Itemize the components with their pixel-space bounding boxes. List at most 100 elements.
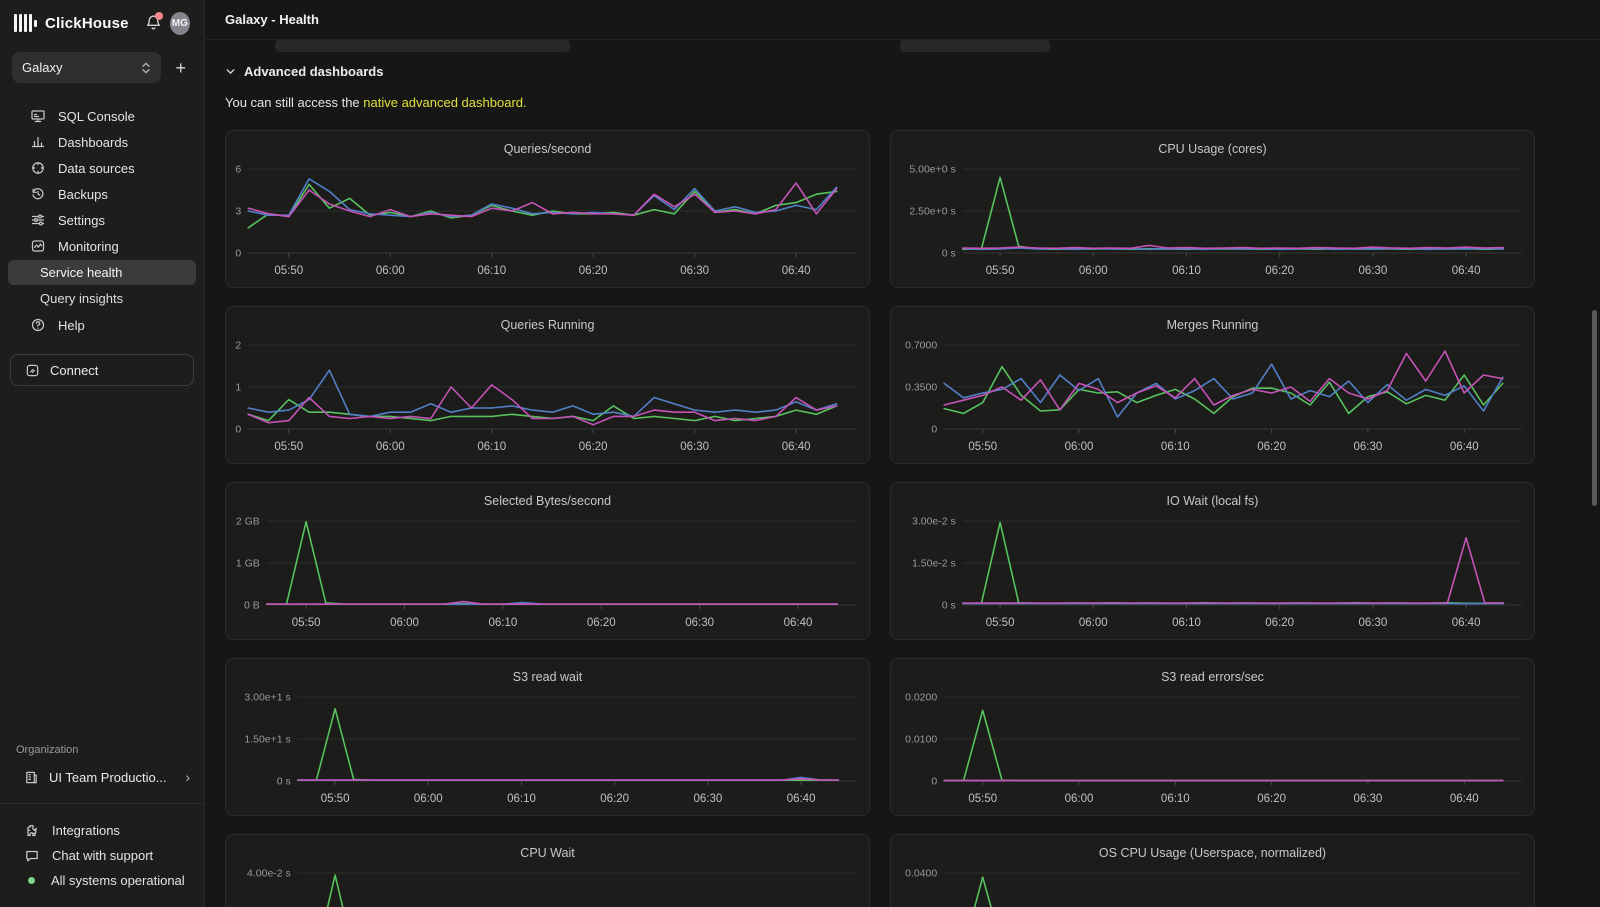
- chat-icon: [24, 848, 40, 864]
- sidebar-item-sql-console[interactable]: SQL Console: [8, 103, 196, 129]
- sidebar-subitem-query-insights[interactable]: Query insights: [8, 286, 196, 311]
- svg-text:05:50: 05:50: [986, 617, 1015, 629]
- chart-plot[interactable]: 00.02000.040005:5006:0006:1006:2006:3006…: [891, 865, 1534, 907]
- chart-plot[interactable]: 0 B1 GB2 GB05:5006:0006:1006:2006:3006:4…: [226, 513, 869, 639]
- chart-plot[interactable]: 0 s2.00e-2 s4.00e-2 s05:5006:0006:1006:2…: [226, 865, 869, 907]
- sidebar-item-label: Monitoring: [58, 239, 119, 254]
- sidebar-item-label: Settings: [58, 213, 105, 228]
- chart-plot[interactable]: 00.01000.020005:5006:0006:1006:2006:3006…: [891, 689, 1534, 815]
- notifications-button[interactable]: [145, 14, 162, 32]
- svg-text:1 GB: 1 GB: [236, 558, 260, 570]
- chart-card[interactable]: CPU Usage (cores)0 s2.50e+0 s5.00e+0 s05…: [890, 130, 1535, 288]
- chart-title: OS CPU Usage (Userspace, normalized): [891, 835, 1534, 865]
- sidebar-item-monitoring[interactable]: Monitoring: [8, 233, 196, 259]
- series-green: [944, 367, 1502, 414]
- chart-card[interactable]: Queries/second03605:5006:0006:1006:2006:…: [225, 130, 870, 288]
- vertical-scrollbar-thumb[interactable]: [1592, 310, 1597, 506]
- notification-dot: [155, 12, 163, 20]
- sidebar-footer-integrations[interactable]: Integrations: [0, 818, 204, 843]
- data-sources-icon: [30, 160, 46, 176]
- chart-plot[interactable]: 00.35000.700005:5006:0006:1006:2006:3006…: [891, 337, 1534, 463]
- svg-text:06:00: 06:00: [390, 617, 419, 629]
- help-icon: [30, 317, 46, 333]
- organization-selector[interactable]: UI Team Productio... ›: [0, 765, 204, 789]
- chart-title: Merges Running: [891, 307, 1534, 337]
- sidebar-item-dashboards[interactable]: Dashboards: [8, 129, 196, 155]
- svg-text:3.00e+1 s: 3.00e+1 s: [244, 692, 290, 704]
- dashboards-icon: [30, 134, 46, 150]
- svg-text:3.00e-2 s: 3.00e-2 s: [912, 516, 956, 528]
- svg-text:0 s: 0 s: [942, 600, 956, 612]
- connect-icon: [25, 363, 40, 378]
- chart-card[interactable]: CPU Wait0 s2.00e-2 s4.00e-2 s05:5006:000…: [225, 834, 870, 907]
- native-advanced-dashboard-link[interactable]: native advanced dashboard.: [363, 95, 526, 110]
- section-advanced-dashboards[interactable]: Advanced dashboards: [225, 64, 1600, 79]
- svg-text:06:00: 06:00: [1079, 617, 1108, 629]
- sidebar-footer-chat[interactable]: Chat with support: [0, 843, 204, 868]
- svg-text:06:10: 06:10: [477, 441, 506, 453]
- chart-plot[interactable]: 0 s1.50e-2 s3.00e-2 s05:5006:0006:1006:2…: [891, 513, 1534, 639]
- sidebar-item-label: Backups: [58, 187, 108, 202]
- svg-text:1.50e+1 s: 1.50e+1 s: [244, 734, 290, 746]
- svg-text:06:30: 06:30: [1354, 441, 1383, 453]
- chart-plot[interactable]: 0 s1.50e+1 s3.00e+1 s05:5006:0006:1006:2…: [226, 689, 869, 815]
- sidebar-subitem-service-health[interactable]: Service health: [8, 260, 196, 285]
- chart-plot[interactable]: 0 s2.50e+0 s5.00e+0 s05:5006:0006:1006:2…: [891, 161, 1534, 287]
- svg-text:6: 6: [235, 164, 241, 176]
- svg-text:06:20: 06:20: [1257, 793, 1286, 805]
- svg-text:06:40: 06:40: [784, 617, 813, 629]
- brand-row: ClickHouse MG: [0, 0, 204, 46]
- svg-text:06:10: 06:10: [488, 617, 517, 629]
- svg-text:05:50: 05:50: [986, 265, 1015, 277]
- sql-console-icon: [30, 108, 46, 124]
- chart-title: Queries/second: [226, 131, 869, 161]
- selector-updown-icon: [141, 61, 151, 75]
- page-title: Galaxy - Health: [225, 12, 319, 27]
- chart-card[interactable]: Queries Running01205:5006:0006:1006:2006…: [225, 306, 870, 464]
- svg-text:0: 0: [931, 776, 937, 788]
- chart-card[interactable]: Selected Bytes/second0 B1 GB2 GB05:5006:…: [225, 482, 870, 640]
- series-magenta: [267, 602, 838, 605]
- svg-text:05:50: 05:50: [321, 793, 350, 805]
- svg-text:06:10: 06:10: [1161, 441, 1190, 453]
- svg-text:06:10: 06:10: [507, 793, 536, 805]
- sidebar-item-settings[interactable]: Settings: [8, 207, 196, 233]
- service-selector[interactable]: Galaxy: [12, 52, 161, 83]
- chart-card[interactable]: Merges Running00.35000.700005:5006:0006:…: [890, 306, 1535, 464]
- sidebar-footer-status-dot[interactable]: All systems operational: [0, 868, 204, 893]
- svg-text:0.0200: 0.0200: [905, 692, 937, 704]
- sidebar-item-backups[interactable]: Backups: [8, 181, 196, 207]
- integrations-icon: [24, 823, 40, 839]
- svg-text:06:30: 06:30: [680, 265, 709, 277]
- svg-text:06:30: 06:30: [1358, 617, 1387, 629]
- chart-title: CPU Usage (cores): [891, 131, 1534, 161]
- svg-text:06:40: 06:40: [782, 265, 811, 277]
- organization-name: UI Team Productio...: [49, 770, 175, 785]
- series-blue: [248, 370, 837, 416]
- svg-text:06:30: 06:30: [693, 793, 722, 805]
- chart-title: CPU Wait: [226, 835, 869, 865]
- svg-text:06:10: 06:10: [1172, 265, 1201, 277]
- svg-text:0: 0: [235, 424, 241, 436]
- sidebar-item-data-sources[interactable]: Data sources: [8, 155, 196, 181]
- chart-plot[interactable]: 03605:5006:0006:1006:2006:3006:40: [226, 161, 869, 287]
- chart-card[interactable]: S3 read errors/sec00.01000.020005:5006:0…: [890, 658, 1535, 816]
- connect-button[interactable]: Connect: [10, 354, 194, 386]
- svg-text:06:40: 06:40: [1452, 265, 1481, 277]
- avatar[interactable]: MG: [170, 12, 190, 35]
- chart-card[interactable]: IO Wait (local fs)0 s1.50e-2 s3.00e-2 s0…: [890, 482, 1535, 640]
- add-service-button[interactable]: +: [171, 57, 190, 79]
- chart-card[interactable]: S3 read wait0 s1.50e+1 s3.00e+1 s05:5006…: [225, 658, 870, 816]
- svg-text:06:40: 06:40: [1450, 441, 1479, 453]
- notice-prefix: You can still access the: [225, 95, 363, 110]
- svg-text:05:50: 05:50: [292, 617, 321, 629]
- chart-card[interactable]: OS CPU Usage (Userspace, normalized)00.0…: [890, 834, 1535, 907]
- section-title: Advanced dashboards: [244, 64, 383, 79]
- svg-text:0 B: 0 B: [244, 600, 260, 612]
- brand-name: ClickHouse: [45, 15, 129, 32]
- svg-text:0.3500: 0.3500: [905, 382, 937, 394]
- svg-text:5.00e+0 s: 5.00e+0 s: [909, 164, 955, 176]
- chart-plot[interactable]: 01205:5006:0006:1006:2006:3006:40: [226, 337, 869, 463]
- sidebar-item-help[interactable]: Help: [8, 312, 196, 338]
- chart-title: IO Wait (local fs): [891, 483, 1534, 513]
